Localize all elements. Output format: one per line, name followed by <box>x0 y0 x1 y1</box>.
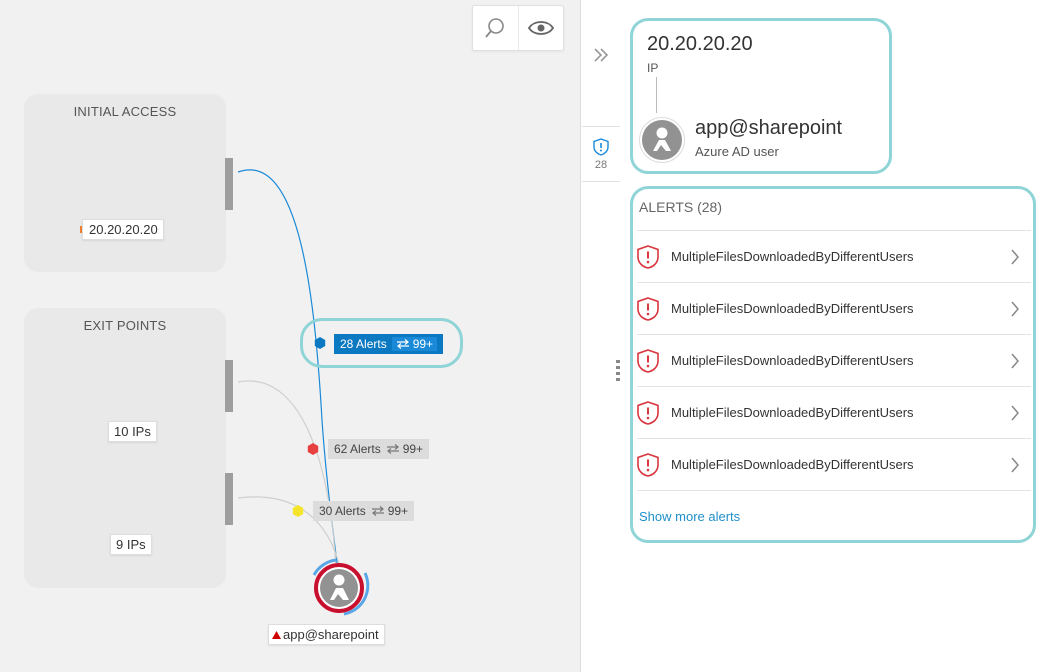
alerts-side-tab[interactable]: 28 <box>582 126 620 182</box>
search-icon <box>485 18 505 38</box>
alert-row[interactable]: MultipleFilesDownloadedByDifferentUsers <box>637 282 1031 334</box>
shield-alert-icon <box>637 296 659 321</box>
edge-label-2[interactable]: 62 Alerts 99+ <box>328 439 430 459</box>
edge-label-active[interactable]: 28 Alerts 99+ <box>334 334 444 354</box>
alerts-tab-count: 28 <box>594 158 608 171</box>
chevron-right-icon <box>1005 405 1025 421</box>
entity-ip: 20.20.20.20 <box>647 33 753 55</box>
alert-name: MultipleFilesDownloadedByDifferentUsers <box>671 249 914 264</box>
initial-ip-label[interactable]: 20.20.20.20 <box>82 219 164 240</box>
alert-name: MultipleFilesDownloadedByDifferentUsers <box>671 353 914 368</box>
initial-access-grip[interactable] <box>225 158 233 210</box>
view-toggle-button[interactable] <box>517 6 564 50</box>
edge-activity-count: 99+ <box>387 504 409 518</box>
exit-group-2-label[interactable]: 9 IPs <box>110 534 152 555</box>
entity-ip-type: IP <box>647 61 659 75</box>
initial-access-title: INITIAL ACCESS <box>73 104 177 119</box>
severity-marker-yellow <box>292 505 304 517</box>
edge-activity-tag: 99+ <box>391 337 438 351</box>
edge-activity-count: 99+ <box>402 442 424 456</box>
alert-name: MultipleFilesDownloadedByDifferentUsers <box>671 405 914 420</box>
entity-connector-line <box>656 77 657 113</box>
show-more-alerts-link[interactable]: Show more alerts <box>639 509 740 524</box>
collapse-panel-button[interactable] <box>581 30 621 80</box>
swap-arrows-icon <box>371 506 384 516</box>
alert-row[interactable]: MultipleFilesDownloadedByDifferentUsers <box>637 438 1031 491</box>
swap-arrows-icon <box>386 444 399 454</box>
side-panel-strip: 28 <box>580 0 622 672</box>
exit-group-1-grip[interactable] <box>225 360 233 412</box>
shield-alert-icon <box>593 137 609 156</box>
graph-toolbar <box>472 5 564 51</box>
search-button[interactable] <box>473 6 518 50</box>
shield-alert-icon <box>637 348 659 373</box>
edge-activity-count: 99+ <box>412 337 434 351</box>
alerts-card: ALERTS (28) MultipleFilesDownloadedByDif… <box>630 186 1036 543</box>
chevron-right-icon <box>1005 353 1025 369</box>
chevron-right-icon <box>1005 457 1025 473</box>
eye-icon <box>527 21 554 35</box>
entity-user-name[interactable]: app@sharepoint <box>695 117 842 140</box>
double-chevron-right-icon <box>594 48 609 62</box>
alert-name: MultipleFilesDownloadedByDifferentUsers <box>671 457 914 472</box>
alerts-title: ALERTS (28) <box>639 199 722 215</box>
edge-activity-tag: 99+ <box>386 442 423 456</box>
swap-arrows-icon <box>396 339 409 349</box>
entity-user-type: Azure AD user <box>695 144 779 159</box>
exit-group-2-grip[interactable] <box>225 473 233 525</box>
avatar <box>639 117 685 163</box>
exit-points-title: EXIT POINTS <box>83 318 167 333</box>
chevron-right-icon <box>1005 301 1025 317</box>
edge-activity-tag: 99+ <box>371 504 408 518</box>
alert-row[interactable]: MultipleFilesDownloadedByDifferentUsers <box>637 230 1031 282</box>
edge-label-3[interactable]: 30 Alerts 99+ <box>313 501 415 521</box>
edge-alert-count: 28 Alerts <box>340 337 387 351</box>
exit-group-1-label[interactable]: 10 IPs <box>108 421 157 442</box>
entity-summary-card: 20.20.20.20 IP app@sharepoint Azure AD u… <box>630 18 892 174</box>
user-node-label[interactable]: app@sharepoint <box>268 624 385 645</box>
user-node <box>312 558 370 616</box>
shield-alert-icon <box>637 244 659 269</box>
chevron-right-icon <box>1005 249 1025 265</box>
shield-alert-icon <box>637 452 659 477</box>
edge-alert-count: 30 Alerts <box>319 504 366 518</box>
alert-row[interactable]: MultipleFilesDownloadedByDifferentUsers <box>637 334 1031 386</box>
shield-alert-icon <box>637 400 659 425</box>
risk-triangle-icon <box>272 631 281 639</box>
user-node-name: app@sharepoint <box>283 627 379 642</box>
alert-row[interactable]: MultipleFilesDownloadedByDifferentUsers <box>637 386 1031 438</box>
user-avatar-icon <box>642 120 682 160</box>
initial-access-group: INITIAL ACCESS <box>24 94 226 272</box>
alert-name: MultipleFilesDownloadedByDifferentUsers <box>671 301 914 316</box>
edge-alert-count: 62 Alerts <box>334 442 381 456</box>
graph-canvas[interactable]: INITIAL ACCESS 20.20.20.20 EXIT POINTS 1… <box>0 0 580 672</box>
